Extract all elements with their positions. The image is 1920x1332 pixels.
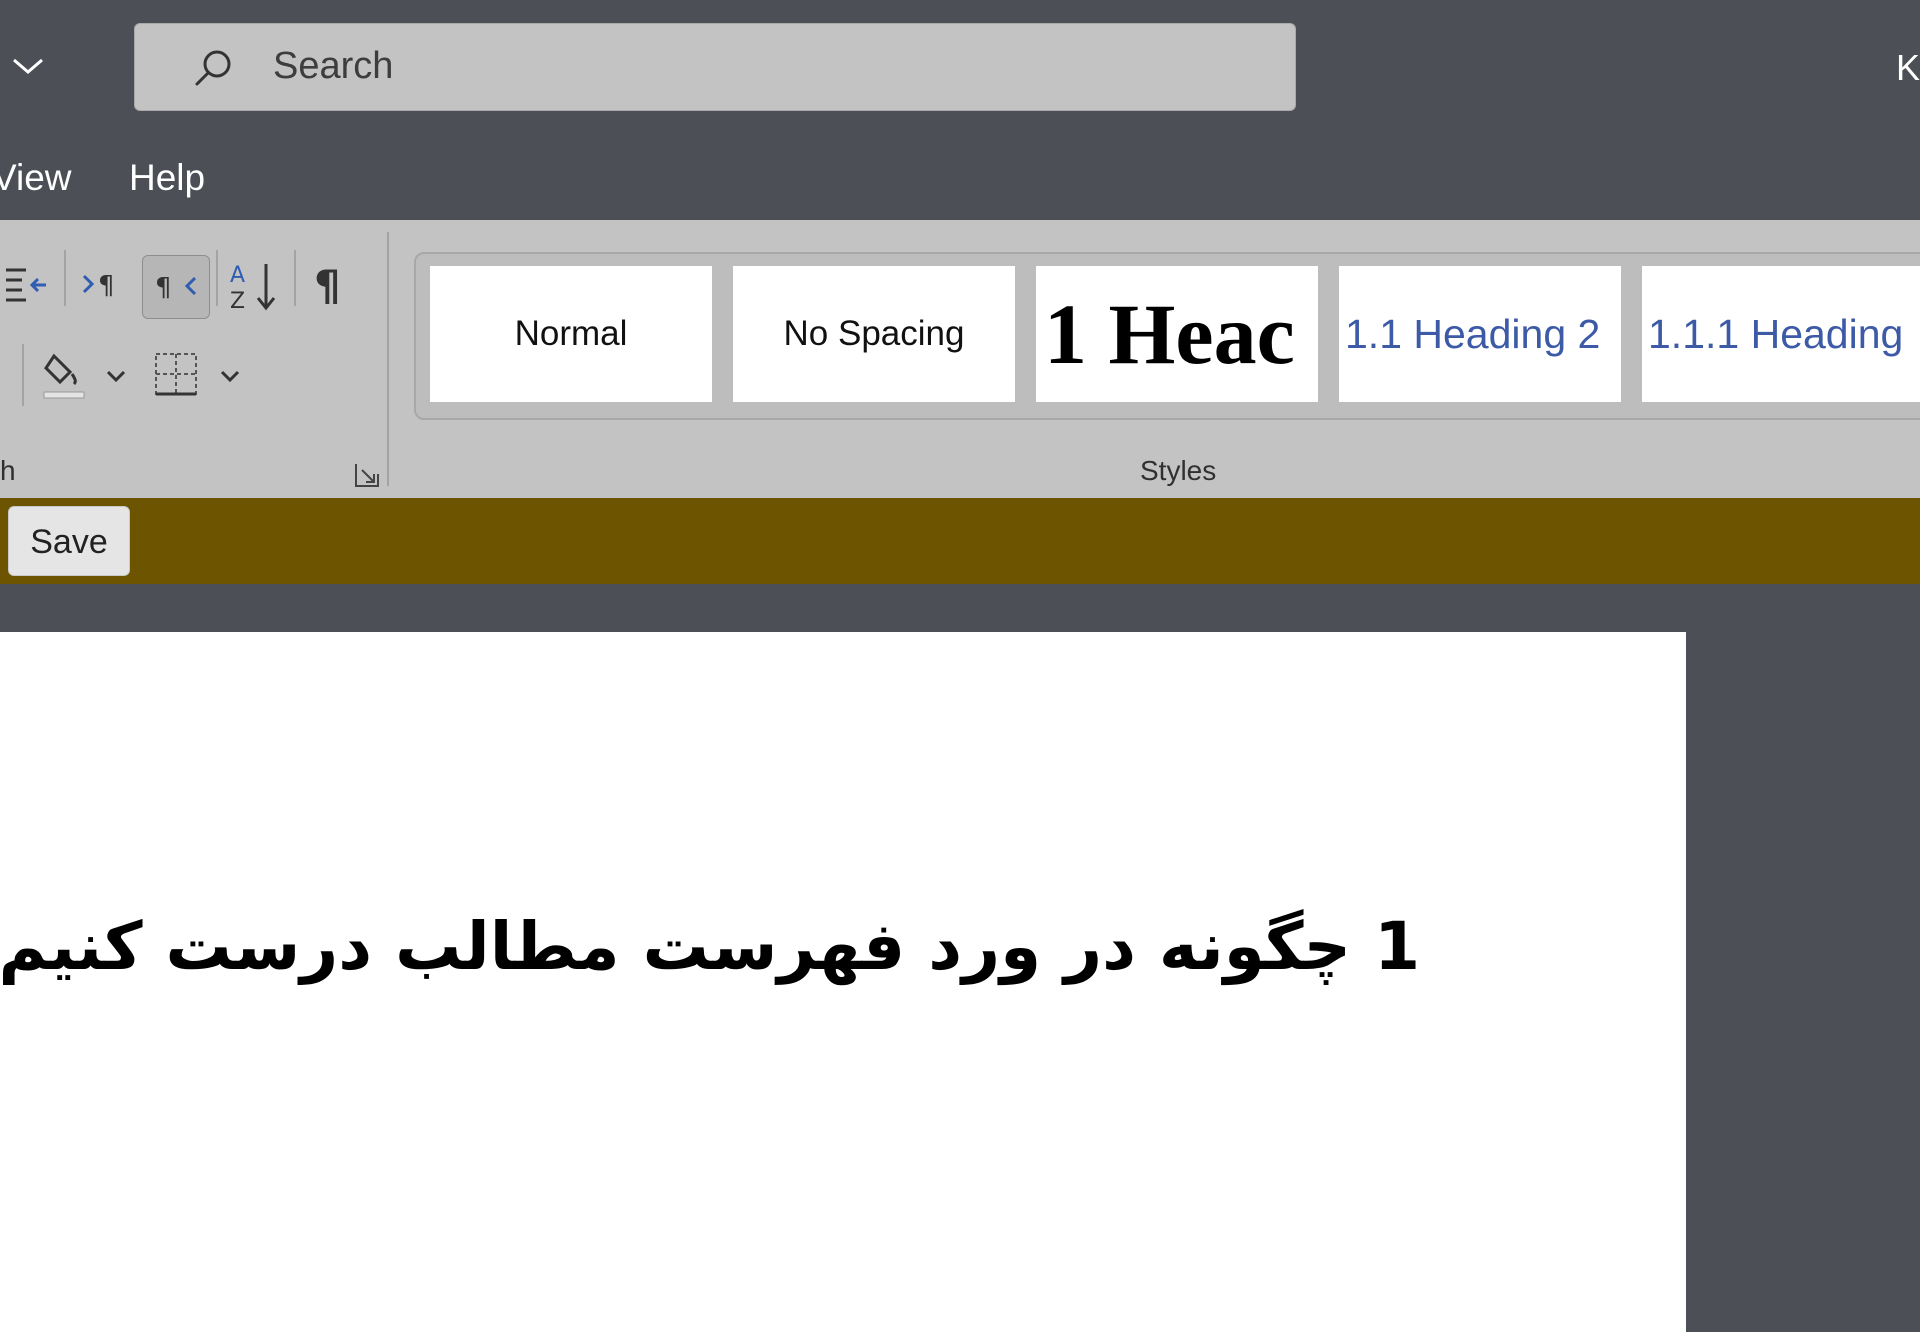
svg-text:¶: ¶ [314, 261, 341, 310]
document-heading[interactable]: 1 چگونه در ورد فهرست مطالب درست کنیم؟ [0, 902, 1420, 992]
borders-icon[interactable] [152, 350, 202, 400]
svg-text:¶: ¶ [155, 273, 172, 303]
heading-number: 1 [1374, 908, 1420, 985]
style-no-spacing[interactable]: No Spacing [733, 266, 1015, 402]
style-normal-label: Normal [514, 314, 628, 353]
separator [22, 344, 24, 406]
styles-gallery: Normal No Spacing 1 Heac 1.1 Heading 2 1… [414, 252, 1920, 420]
style-no-spacing-label: No Spacing [783, 314, 965, 353]
document-canvas: 1 چگونه در ورد فهرست مطالب درست کنیم؟ [0, 584, 1920, 1332]
style-heading-1-label: 1 Heac [1044, 286, 1295, 382]
borders-dropdown-icon[interactable] [218, 364, 242, 388]
tab-help[interactable]: Help [129, 156, 205, 200]
paragraph-group-label: h [0, 455, 16, 486]
style-heading-2-label: 1.1 Heading 2 [1345, 311, 1601, 357]
svg-text:A: A [230, 263, 245, 288]
ribbon-tabs: View Help [0, 132, 1920, 220]
title-bar: Search K [0, 0, 1920, 132]
svg-text:¶: ¶ [98, 271, 115, 301]
style-heading-2[interactable]: 1.1 Heading 2 [1339, 266, 1621, 402]
style-heading-3[interactable]: 1.1.1 Heading [1642, 266, 1920, 402]
separator [64, 250, 66, 306]
style-normal[interactable]: Normal [430, 266, 712, 402]
save-button[interactable]: Save [8, 506, 130, 576]
show-formatting-marks-icon[interactable]: ¶ [312, 258, 352, 310]
sort-icon[interactable]: A Z [226, 258, 282, 314]
style-heading-3-label: 1.1.1 Heading [1648, 311, 1904, 357]
group-separator [387, 232, 389, 486]
search-icon [191, 46, 235, 90]
tab-view[interactable]: View [0, 156, 72, 200]
dialog-launcher-icon[interactable] [352, 460, 382, 490]
style-heading-1[interactable]: 1 Heac [1036, 266, 1318, 402]
heading-text: چگونه در ورد فهرست مطالب درست کنیم؟ [0, 908, 1352, 985]
account-initial[interactable]: K [1896, 46, 1920, 90]
chevron-down-icon[interactable] [8, 52, 48, 82]
rtl-direction-icon[interactable]: ¶ [142, 255, 210, 319]
ribbon: ¶ ¶ A Z ¶ h Normal No Spacing 1 Heac 1.1… [0, 220, 1920, 498]
search-placeholder: Search [273, 45, 394, 87]
ltr-direction-icon[interactable]: ¶ [80, 262, 128, 306]
styles-group-label: Styles [1140, 455, 1217, 486]
separator [216, 250, 218, 306]
document-page[interactable]: 1 چگونه در ورد فهرست مطالب درست کنیم؟ [0, 632, 1686, 1332]
shading-dropdown-icon[interactable] [104, 364, 128, 388]
notification-bar: Save [0, 498, 1920, 584]
shading-icon[interactable] [40, 348, 88, 402]
separator [294, 250, 296, 306]
search-input[interactable]: Search [134, 23, 1296, 111]
decrease-indent-icon[interactable] [2, 260, 50, 308]
svg-text:Z: Z [230, 289, 245, 314]
